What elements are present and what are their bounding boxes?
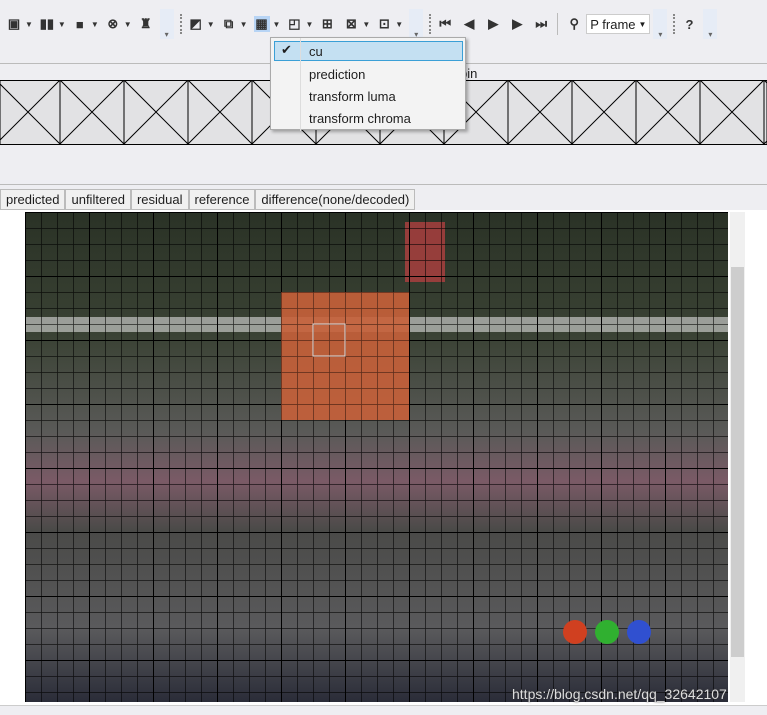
tab-predicted[interactable]: predicted <box>0 189 66 210</box>
dropdown-arrow[interactable]: ▼ <box>395 20 403 29</box>
toolbar-grip[interactable] <box>429 14 432 34</box>
video-frame-view[interactable] <box>25 212 728 702</box>
dropdown-arrow[interactable]: ▼ <box>58 20 66 29</box>
menu-item-cu[interactable]: cu <box>309 44 323 59</box>
frame-type-value: P frame <box>590 16 636 32</box>
tab-residual[interactable]: residual <box>130 189 189 210</box>
toolbar: ▣ ▼ ▮▮ ▼ ■ ▼ ⊗ ▼ ♜ ▾ ◩ ▼ ⧉ ▼ ▦ ▼ ◰ ▼ ⊞ ⊠ ▼ ⊡ ▼ ▾ ⏮… <box>6 9 718 39</box>
block-icon[interactable]: ■ <box>72 16 88 32</box>
toolbar-grip[interactable] <box>673 14 676 34</box>
zoom-box-icon[interactable]: ⊡ <box>376 16 392 32</box>
split-icon[interactable]: ◩ <box>188 16 204 32</box>
check-icon: ✔ <box>281 42 292 57</box>
menu-item-transform-luma[interactable]: transform luma <box>309 89 396 104</box>
dropdown-arrow[interactable]: ▼ <box>91 20 99 29</box>
overflow-button[interactable]: ▾ <box>653 9 668 39</box>
prev-frame-icon[interactable]: ◀ <box>461 16 477 32</box>
next-frame-icon[interactable]: ▶ <box>509 16 525 32</box>
dropdown-arrow[interactable]: ▼ <box>362 20 370 29</box>
grid4-icon[interactable]: ⊞ <box>319 16 335 32</box>
scrollbar-thumb[interactable] <box>731 267 744 657</box>
tab-difference[interactable]: difference(none/decoded) <box>255 189 416 210</box>
overflow-button[interactable]: ▾ <box>159 9 174 39</box>
view-tabs: predicted unfiltered residual reference … <box>0 189 416 210</box>
tab-unfiltered[interactable]: unfiltered <box>65 189 131 210</box>
grid4x-icon[interactable]: ⊠ <box>343 16 359 32</box>
help-icon[interactable]: ? <box>681 16 697 32</box>
play-icon[interactable]: ▶ <box>485 16 501 32</box>
watermark: https://blog.csdn.net/qq_32642107 <box>512 686 727 702</box>
menu-item-selected[interactable] <box>274 41 463 61</box>
last-frame-icon[interactable]: ⏭ <box>533 16 549 32</box>
bar-chart-icon[interactable]: ▮▮ <box>39 16 55 32</box>
motion-icon[interactable]: ◰ <box>286 16 302 32</box>
tab-reference[interactable]: reference <box>188 189 256 210</box>
frame-type-select[interactable]: P frame ▼ <box>586 14 651 34</box>
filter-icon[interactable]: ⊗ <box>105 16 121 32</box>
dropdown-arrow[interactable]: ▼ <box>25 20 33 29</box>
menu-item-prediction[interactable]: prediction <box>309 67 365 82</box>
grid-cu-icon[interactable]: ▦ <box>253 16 270 32</box>
dropdown-arrow[interactable]: ▼ <box>124 20 132 29</box>
cu-display-menu: ✔ cu prediction transform luma transform… <box>270 37 466 131</box>
step-icon[interactable]: ⧉ <box>221 16 237 32</box>
toolbar-grip[interactable] <box>179 14 182 34</box>
dropdown-arrow[interactable]: ▼ <box>305 20 313 29</box>
vertical-scrollbar[interactable] <box>730 212 745 702</box>
windows-icon[interactable]: ▣ <box>6 16 22 32</box>
dropdown-arrow[interactable]: ▼ <box>207 20 215 29</box>
menu-item-transform-chroma[interactable]: transform chroma <box>309 111 411 126</box>
dropdown-arrow[interactable]: ▼ <box>240 20 248 29</box>
overflow-button[interactable]: ▾ <box>703 9 718 39</box>
dropdown-arrow[interactable]: ▼ <box>273 20 281 29</box>
bug-icon[interactable]: ♜ <box>138 16 154 32</box>
overflow-button[interactable]: ▾ <box>409 9 424 39</box>
first-frame-icon[interactable]: ⏮ <box>437 16 453 32</box>
search-icon[interactable]: ⚲ <box>566 16 582 32</box>
